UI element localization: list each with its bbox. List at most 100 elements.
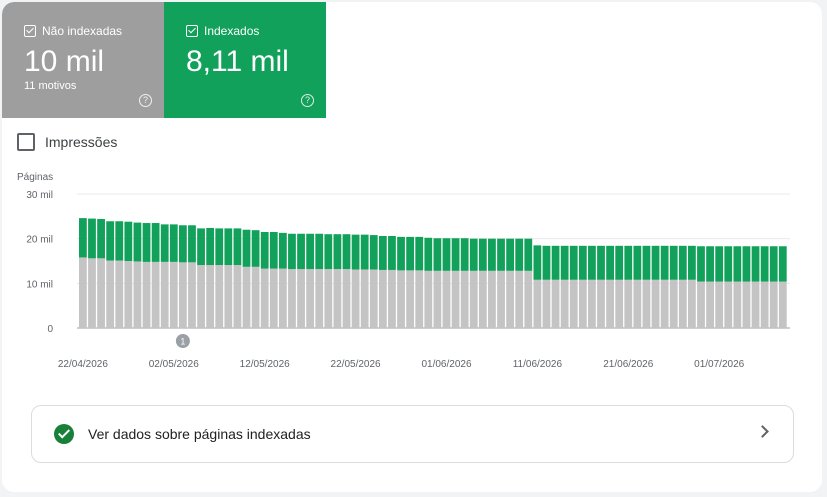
bar-indexed xyxy=(369,235,378,270)
bar-not-indexed xyxy=(497,270,505,328)
bar-not-indexed xyxy=(269,268,278,328)
bar-not-indexed xyxy=(260,268,269,328)
help-icon[interactable]: ? xyxy=(301,94,314,107)
bar-indexed xyxy=(678,245,687,280)
bar-indexed xyxy=(115,221,124,261)
bar-not-indexed xyxy=(333,269,342,328)
impressions-toggle[interactable]: Impressões xyxy=(17,133,117,151)
x-tick-label: 11/06/2026 xyxy=(513,359,563,370)
bar-indexed xyxy=(351,234,360,270)
y-tick-label: 30 mil xyxy=(26,190,53,201)
bar-not-indexed xyxy=(433,270,442,328)
bar-indexed xyxy=(151,223,160,262)
bar-not-indexed xyxy=(160,261,169,328)
bar-indexed xyxy=(469,238,478,271)
bar-indexed xyxy=(715,246,724,282)
bar-indexed xyxy=(288,233,296,270)
bar-indexed xyxy=(688,245,696,280)
bar-not-indexed xyxy=(724,281,733,328)
bar-not-indexed xyxy=(79,257,87,328)
bar-not-indexed xyxy=(751,281,760,328)
checkbox-checked-icon[interactable] xyxy=(24,25,36,37)
indexed-value: 8,11 mil xyxy=(186,45,289,78)
bar-not-indexed xyxy=(188,262,196,328)
bar-not-indexed xyxy=(524,270,533,328)
not-indexed-tile[interactable]: Não indexadas 10 mil 11 motivos ? xyxy=(2,2,164,118)
bar-not-indexed xyxy=(642,279,651,328)
bar-not-indexed xyxy=(324,269,333,328)
bar-indexed xyxy=(342,234,351,270)
bar-not-indexed xyxy=(233,265,242,328)
indexed-tile[interactable]: Indexados 8,11 mil ? xyxy=(164,2,326,118)
bar-indexed xyxy=(769,246,778,282)
bar-not-indexed xyxy=(569,279,578,328)
bar-indexed xyxy=(488,238,496,271)
bar-indexed xyxy=(260,231,269,269)
bar-indexed xyxy=(333,234,342,270)
view-indexed-pages-link[interactable]: Ver dados sobre páginas indexadas xyxy=(31,405,794,463)
bar-indexed xyxy=(215,228,224,266)
bar-not-indexed xyxy=(424,270,433,328)
bar-indexed xyxy=(324,234,333,270)
bar-indexed xyxy=(742,246,751,282)
bar-indexed xyxy=(142,223,151,262)
bar-indexed xyxy=(306,233,315,270)
bar-indexed xyxy=(278,232,287,269)
bar-not-indexed xyxy=(442,270,451,328)
bar-indexed xyxy=(551,245,560,280)
bar-indexed xyxy=(79,218,87,258)
bar-not-indexed xyxy=(742,281,751,328)
not-indexed-reasons: 11 motivos xyxy=(24,80,77,92)
bar-indexed xyxy=(133,222,142,262)
view-indexed-pages-label: Ver dados sobre páginas indexadas xyxy=(88,426,311,442)
bar-not-indexed xyxy=(697,281,705,328)
bar-indexed xyxy=(388,235,396,270)
bar-indexed xyxy=(669,245,678,280)
bar-not-indexed xyxy=(451,270,460,328)
y-tick-label: 10 mil xyxy=(26,279,53,290)
x-tick-label: 02/05/2026 xyxy=(149,359,199,370)
bar-not-indexed xyxy=(88,258,96,328)
checkbox-unchecked-icon[interactable] xyxy=(17,133,35,151)
bar-indexed xyxy=(624,245,633,280)
bar-not-indexed xyxy=(342,269,351,328)
bar-not-indexed xyxy=(533,279,542,328)
bar-not-indexed xyxy=(142,261,151,328)
bar-not-indexed xyxy=(278,268,287,328)
bar-indexed xyxy=(588,245,596,280)
bar-not-indexed xyxy=(124,261,133,328)
y-tick-label: 0 xyxy=(47,324,53,335)
impressions-label: Impressões xyxy=(45,134,118,150)
bar-indexed xyxy=(197,228,205,266)
bar-not-indexed xyxy=(778,281,787,328)
bar-indexed xyxy=(442,238,451,271)
bar-not-indexed xyxy=(97,258,105,328)
bar-not-indexed xyxy=(115,260,124,328)
bar-not-indexed xyxy=(588,279,596,328)
bar-indexed xyxy=(106,221,115,261)
bar-indexed xyxy=(460,238,469,271)
bar-not-indexed xyxy=(206,265,215,328)
bar-indexed xyxy=(497,238,505,271)
bar-indexed xyxy=(269,231,278,269)
help-icon[interactable]: ? xyxy=(139,94,152,107)
pages-chart: 0 10 mil 20 mil 30 mil 22/04/2026 02/05/2026 1… xyxy=(26,190,790,370)
bar-not-indexed xyxy=(733,281,742,328)
checkbox-checked-icon[interactable] xyxy=(186,25,198,37)
bar-indexed xyxy=(578,245,587,280)
not-indexed-header: Não indexadas xyxy=(24,24,164,38)
bar-indexed xyxy=(651,245,660,280)
x-tick-label: 22/04/2026 xyxy=(58,359,108,370)
x-tick-label: 01/06/2026 xyxy=(421,359,471,370)
bar-not-indexed xyxy=(615,279,624,328)
bar-indexed xyxy=(297,233,305,270)
bar-not-indexed xyxy=(169,261,178,328)
bar-not-indexed xyxy=(406,270,415,328)
bar-indexed xyxy=(242,229,251,267)
bar-not-indexed xyxy=(651,279,660,328)
bar-indexed xyxy=(606,245,614,280)
bar-not-indexed xyxy=(151,261,160,328)
bar-not-indexed xyxy=(224,265,233,328)
bar-indexed xyxy=(97,219,105,259)
bar-indexed xyxy=(733,246,742,282)
